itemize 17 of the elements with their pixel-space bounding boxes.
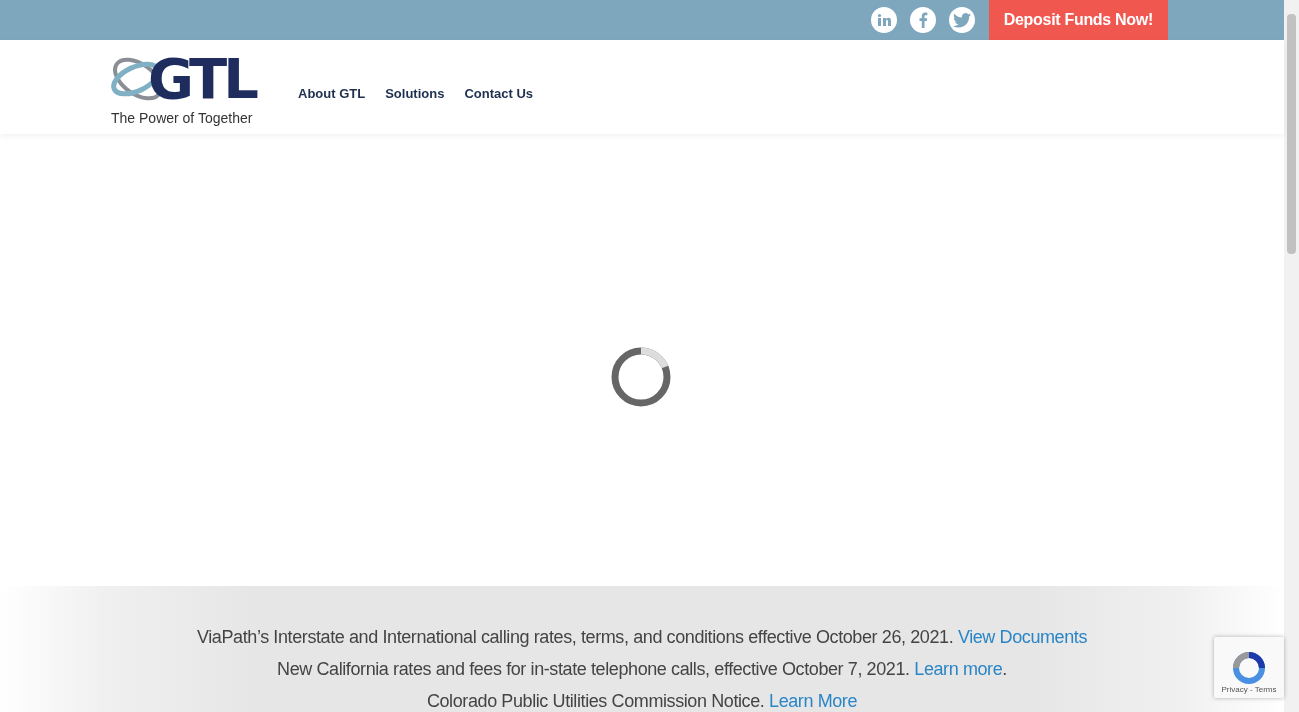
facebook-icon [917,12,928,28]
bird-icon [952,12,971,28]
linkedin-icon [876,13,891,27]
social-link[interactable] [909,7,936,33]
logo-tagline: The Power of Together [111,110,254,127]
loading-spinner-icon [610,346,672,409]
nav-link[interactable]: Solutions [385,85,445,101]
notice-text: Colorado Public Utilities Commission Notice. Learn More [426,690,858,712]
social-link[interactable] [870,7,897,33]
logo-wordmark[interactable]: GTL [148,51,255,108]
social-link[interactable] [948,7,975,33]
recaptcha-icon [1232,651,1266,685]
notice-text: New California rates and fees for in-state telephone calls, effective October 7, 2021. Learn more. [277,658,1007,680]
nav-link[interactable]: About GTL [298,85,366,101]
notice-text: ViaPath’s Interstate and International calling rates, terms, and conditions effective October 26, 2021. View Documents [196,626,1087,648]
nav-link[interactable]: Contact Us [464,85,533,101]
recaptcha-links[interactable]: Privacy - Terms [1221,685,1277,694]
